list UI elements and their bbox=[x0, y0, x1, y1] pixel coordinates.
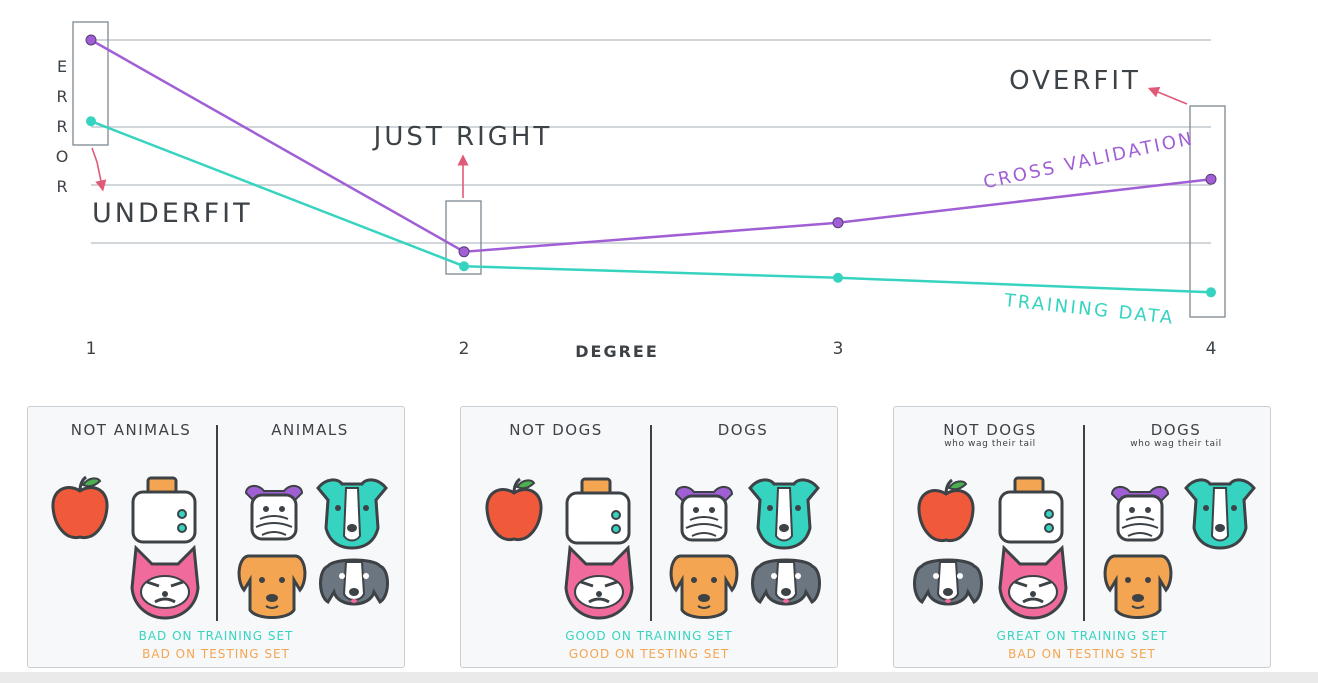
panel-right-title: ANIMALS bbox=[224, 421, 396, 439]
x-tick-label: 1 bbox=[86, 339, 97, 359]
y-axis-letter: E bbox=[57, 57, 67, 76]
panel-overfit: NOT DOGS who wag their tail DOGS who wag t… bbox=[893, 406, 1271, 668]
panel-left-subtitle: who wag their tail bbox=[944, 439, 1036, 449]
annotation-just-right: JUST RIGHT bbox=[372, 122, 553, 152]
data-point bbox=[1205, 173, 1217, 185]
y-axis-letter: R bbox=[56, 117, 67, 136]
data-point bbox=[832, 217, 844, 229]
error-vs-degree-chart: 1 2 3 4DEGREEERROR CROSS VALIDATIONTRAINING … bbox=[56, 21, 1226, 361]
y-axis-letter: O bbox=[56, 147, 69, 166]
y-axis-letter: R bbox=[56, 177, 67, 196]
panel-left-title-text: NOT DOGS bbox=[943, 421, 1037, 439]
data-point bbox=[458, 246, 470, 258]
annotation-underfit: UNDERFIT bbox=[92, 198, 253, 229]
panel-left-title-text: NOT DOGS bbox=[509, 421, 603, 439]
x-axis-label: DEGREE bbox=[575, 342, 659, 361]
slide: 1 2 3 4 DEGREE E R R O R CROSS VALIDATION TRAINING … bbox=[0, 0, 1318, 683]
overfit-box bbox=[1189, 105, 1226, 318]
data-point bbox=[85, 34, 97, 46]
panel-right-title-text: DOGS bbox=[1150, 421, 1202, 439]
y-axis-letter: R bbox=[56, 87, 67, 106]
panel-train-result: GREAT ON TRAINING SET bbox=[996, 629, 1168, 643]
annotation-overfit: OVERFIT bbox=[1009, 66, 1141, 96]
panel-left-title: NOT DOGS bbox=[471, 421, 641, 439]
panel-left-title: NOT ANIMALS bbox=[42, 421, 220, 439]
panel-test-result: BAD ON TESTING SET bbox=[1008, 647, 1156, 661]
data-point bbox=[1206, 287, 1216, 298]
panel-divider bbox=[650, 425, 652, 621]
panel-right-title-text: DOGS bbox=[717, 421, 769, 439]
overfit-arrow bbox=[1147, 86, 1188, 105]
x-tick-label: 2 bbox=[459, 339, 470, 359]
panel-underfit: NOT ANIMALS ANIMALS BAD ON TRAINING SET … bbox=[27, 406, 405, 668]
panel-train-result: GOOD ON TRAINING SET bbox=[565, 629, 733, 643]
underfit-arrow bbox=[91, 147, 107, 192]
data-point bbox=[833, 272, 843, 283]
panel-left-title: NOT DOGS who wag their tail bbox=[904, 421, 1076, 449]
x-tick-label: 4 bbox=[1206, 339, 1217, 359]
panel-just-right: NOT DOGS DOGS GOOD ON TRAINING SET GOOD … bbox=[460, 406, 838, 668]
x-tick-label: 3 bbox=[833, 339, 844, 359]
bottom-bar bbox=[0, 672, 1318, 683]
panel-test-result: BAD ON TESTING SET bbox=[142, 647, 290, 661]
panel-test-result: GOOD ON TESTING SET bbox=[568, 647, 730, 661]
panel-divider bbox=[1083, 425, 1085, 621]
series-line-training-data bbox=[90, 120, 1212, 294]
panel-divider bbox=[216, 425, 218, 621]
panel-right-title: DOGS who wag their tail bbox=[1090, 421, 1262, 449]
panel-right-title-text: ANIMALS bbox=[271, 421, 349, 439]
panel-left-title-text: NOT ANIMALS bbox=[70, 421, 192, 439]
panel-right-subtitle: who wag their tail bbox=[1130, 439, 1222, 449]
data-point bbox=[86, 116, 96, 127]
panel-train-result: BAD ON TRAINING SET bbox=[138, 629, 294, 643]
data-point bbox=[459, 261, 469, 272]
series-label-training-data: TRAINING DATA bbox=[1002, 290, 1175, 329]
panel-right-title: DOGS bbox=[657, 421, 829, 439]
